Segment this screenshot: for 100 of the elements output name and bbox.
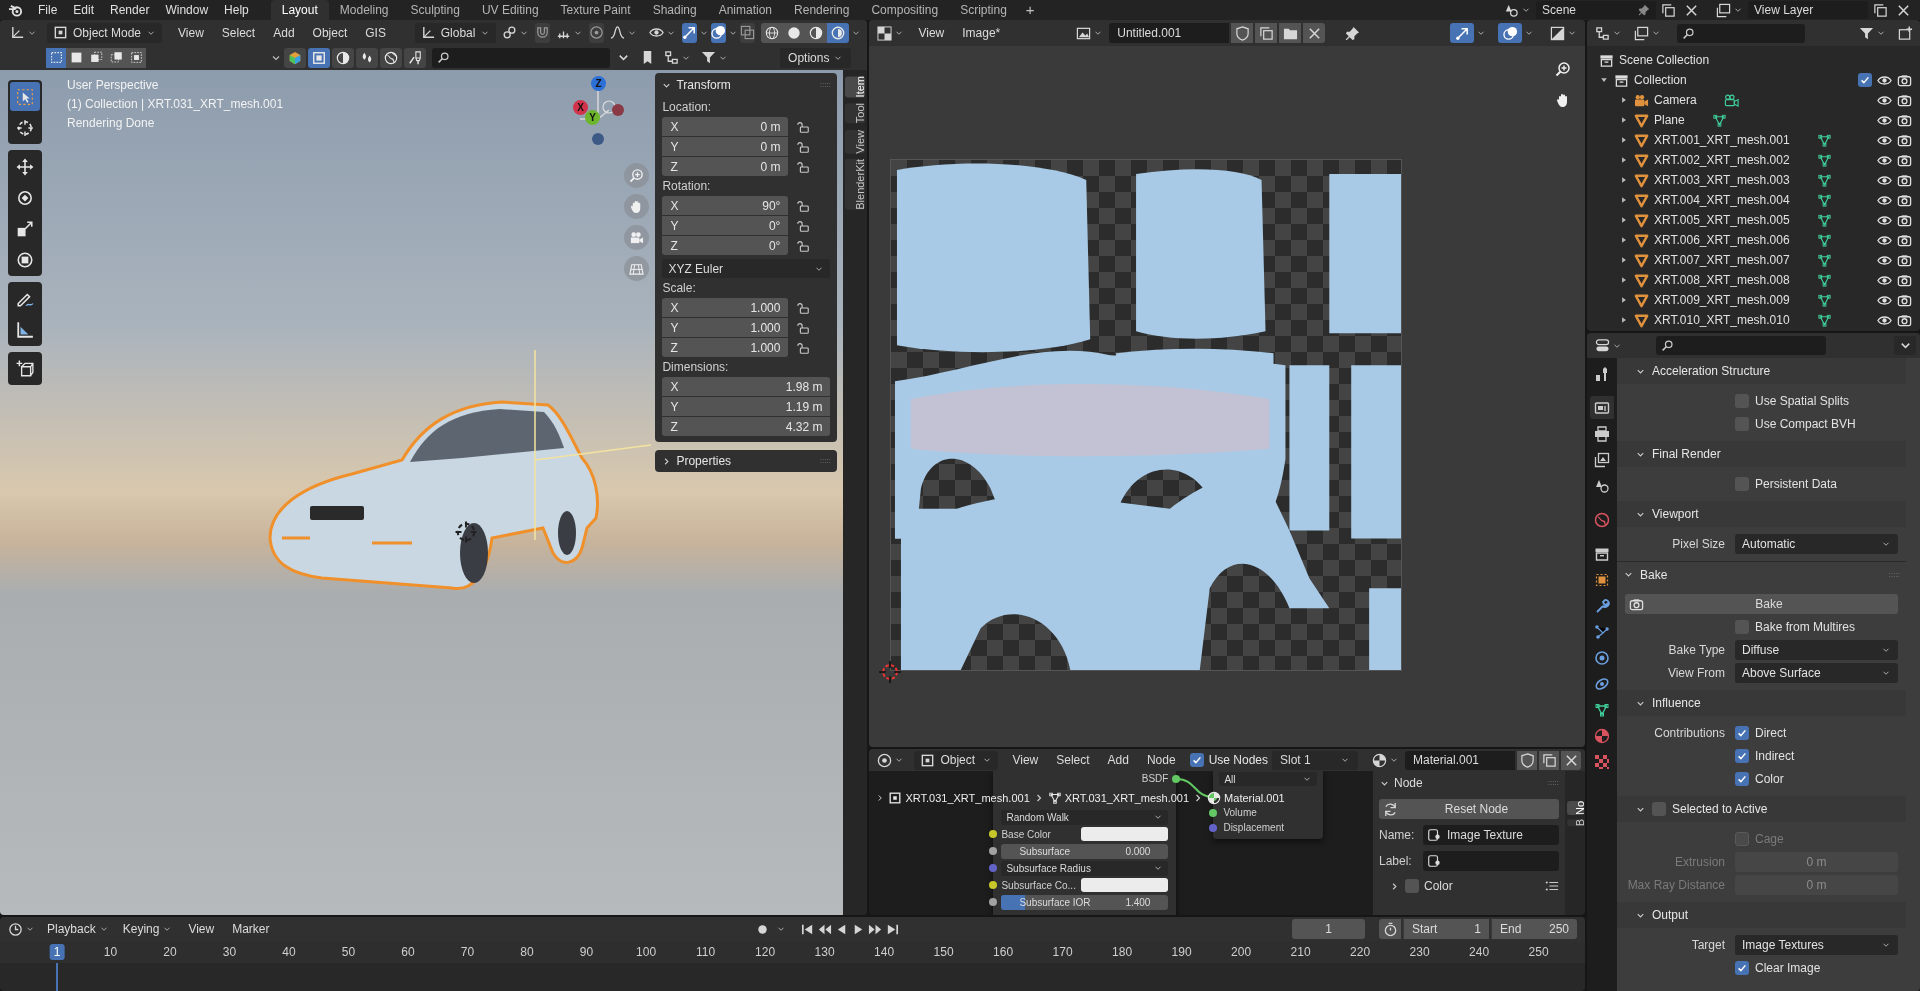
- outliner-item[interactable]: XRT.001_XRT_mesh.001: [1654, 131, 1790, 149]
- name-field[interactable]: Image Texture: [1423, 825, 1559, 845]
- menu-button[interactable]: View: [180, 919, 223, 939]
- scene-field[interactable]: Scene: [1536, 1, 1656, 19]
- sidebar-tab[interactable]: B: [1566, 819, 1584, 827]
- outliner-item[interactable]: Camera: [1654, 91, 1697, 109]
- node-dropdown[interactable]: All: [1219, 772, 1318, 786]
- orientation-dropdown[interactable]: Global: [414, 22, 497, 43]
- menu-button[interactable]: Marker: [224, 919, 278, 939]
- number-field[interactable]: X 1.98 m: [662, 377, 831, 396]
- frame-number: 120: [754, 944, 777, 960]
- axis-handle[interactable]: X: [573, 100, 588, 115]
- menu-button[interactable]: View: [910, 23, 953, 43]
- object-type-dropdown[interactable]: Object: [914, 750, 999, 770]
- property-dropdown[interactable]: Above Surface: [1735, 663, 1898, 683]
- axis-handle[interactable]: Z: [591, 76, 606, 91]
- outliner-item[interactable]: XRT.003_XRT_mesh.003: [1654, 171, 1790, 189]
- workspace-tab[interactable]: Layout: [270, 0, 329, 20]
- workspace-tab[interactable]: Modeling: [328, 0, 400, 20]
- material-name-field[interactable]: Material.001: [1405, 750, 1515, 770]
- number-field[interactable]: Z 4.32 m: [662, 417, 831, 436]
- node-dropdown[interactable]: Random Walk: [1001, 809, 1169, 825]
- menu-button[interactable]: Render: [102, 1, 158, 19]
- number-field: 0 m: [1735, 852, 1898, 872]
- menu-button[interactable]: GIS: [357, 22, 394, 43]
- number-field[interactable]: Y 0°: [662, 216, 789, 235]
- menu-dropdown[interactable]: Keying: [116, 919, 179, 939]
- start-frame-field[interactable]: Start 1: [1403, 919, 1489, 939]
- menu-button[interactable]: Add: [265, 22, 303, 43]
- outliner-item[interactable]: XRT.008_XRT_mesh.008: [1654, 271, 1790, 289]
- menu-button[interactable]: Select: [1048, 750, 1098, 770]
- menu-button[interactable]: Edit: [65, 1, 103, 19]
- menu-dropdown[interactable]: Playback: [41, 919, 115, 939]
- outliner-item[interactable]: XRT.004_XRT_mesh.004: [1654, 191, 1790, 209]
- workspace-tab[interactable]: UV Editing: [470, 0, 550, 20]
- frame-number: 20: [162, 944, 178, 960]
- workspace-tab[interactable]: Animation: [707, 0, 784, 20]
- frame-number: 40: [281, 944, 297, 960]
- view-layer-field[interactable]: View Layer: [1748, 1, 1868, 19]
- outliner-item[interactable]: XRT.005_XRT_mesh.005: [1654, 211, 1790, 229]
- workspace-tab[interactable]: Compositing: [860, 0, 950, 20]
- sidebar-tab[interactable]: Tool: [845, 103, 866, 124]
- menu-button[interactable]: File: [30, 1, 66, 19]
- bake-button[interactable]: Bake: [1625, 594, 1898, 614]
- slot-dropdown[interactable]: Slot 1: [1272, 750, 1358, 770]
- options-dropdown[interactable]: Options: [780, 47, 852, 68]
- current-frame-field[interactable]: 1: [1292, 919, 1365, 939]
- outliner-item[interactable]: XRT.010_XRT_mesh.010: [1654, 311, 1790, 329]
- outliner-item[interactable]: XRT.006_XRT_mesh.006: [1654, 231, 1790, 249]
- menu-button[interactable]: Select: [213, 22, 264, 43]
- number-field[interactable]: X 1.000: [662, 298, 789, 317]
- number-field[interactable]: Z 1.000: [662, 338, 789, 357]
- outliner-item[interactable]: XRT.007_XRT_mesh.007: [1654, 251, 1790, 269]
- outliner-item[interactable]: Collection: [1634, 71, 1687, 89]
- frame-number: 140: [873, 944, 896, 960]
- number-field[interactable]: Y 1.000: [662, 318, 789, 337]
- property-dropdown[interactable]: Diffuse: [1735, 640, 1898, 660]
- menu-button[interactable]: View: [1004, 750, 1047, 770]
- menu-button[interactable]: Image*: [954, 23, 1009, 43]
- sidebar-tab[interactable]: No: [1566, 801, 1584, 816]
- outliner-item[interactable]: XRT.009_XRT_mesh.009: [1654, 291, 1790, 309]
- number-field[interactable]: Y 0 m: [662, 137, 789, 156]
- field-label: View From: [1667, 665, 1725, 682]
- workspace-tab[interactable]: Scripting: [949, 0, 1018, 20]
- rotation-mode-dropdown[interactable]: XYZ Euler: [662, 259, 831, 278]
- frame-number: 60: [400, 944, 416, 960]
- number-field[interactable]: Y 1.19 m: [662, 397, 831, 416]
- property-dropdown[interactable]: Automatic: [1735, 534, 1898, 554]
- reset-node-button[interactable]: Reset Node: [1379, 799, 1559, 819]
- workspace-tab[interactable]: Rendering: [783, 0, 861, 20]
- outliner-item[interactable]: Plane: [1654, 111, 1685, 129]
- checkbox-label: Indirect: [1755, 748, 1795, 765]
- property-dropdown[interactable]: Image Textures: [1735, 935, 1898, 955]
- menu-button[interactable]: Help: [216, 1, 257, 19]
- number-field[interactable]: Z 0°: [662, 236, 789, 255]
- frame-number: 1: [49, 944, 65, 960]
- number-field[interactable]: Z 0 m: [662, 157, 789, 176]
- add-workspace-button[interactable]: +: [1017, 0, 1043, 20]
- axis-handle[interactable]: Y: [585, 110, 600, 125]
- menu-button[interactable]: View: [170, 22, 212, 43]
- sidebar-tab[interactable]: View: [845, 129, 866, 154]
- end-frame-field[interactable]: End 250: [1491, 919, 1577, 939]
- workspace-tab[interactable]: Shading: [641, 0, 708, 20]
- sidebar-tab[interactable]: BlenderKit: [845, 159, 866, 210]
- workspace-tab[interactable]: Sculpting: [399, 0, 471, 20]
- number-field[interactable]: X 90°: [662, 196, 789, 215]
- mode-dropdown[interactable]: Object Mode: [47, 22, 163, 43]
- outliner-item[interactable]: Scene Collection: [1619, 51, 1710, 69]
- image-name-field[interactable]: Untitled.001: [1109, 23, 1230, 43]
- node-dropdown[interactable]: Subsurface Radius: [1001, 860, 1169, 876]
- menu-button[interactable]: Object: [304, 22, 356, 43]
- menu-button[interactable]: Window: [157, 1, 217, 19]
- outliner-item[interactable]: XRT.002_XRT_mesh.002: [1654, 151, 1790, 169]
- number-field[interactable]: X 0 m: [662, 117, 789, 136]
- menu-button[interactable]: Add: [1099, 750, 1137, 770]
- panel-title: Bake: [1640, 566, 1669, 584]
- slider-field[interactable]: Subsurface 0.000: [1001, 843, 1169, 859]
- workspace-tab[interactable]: Texture Paint: [549, 0, 642, 20]
- menu-button[interactable]: Node: [1138, 750, 1184, 770]
- sidebar-tab[interactable]: Item: [845, 76, 866, 98]
